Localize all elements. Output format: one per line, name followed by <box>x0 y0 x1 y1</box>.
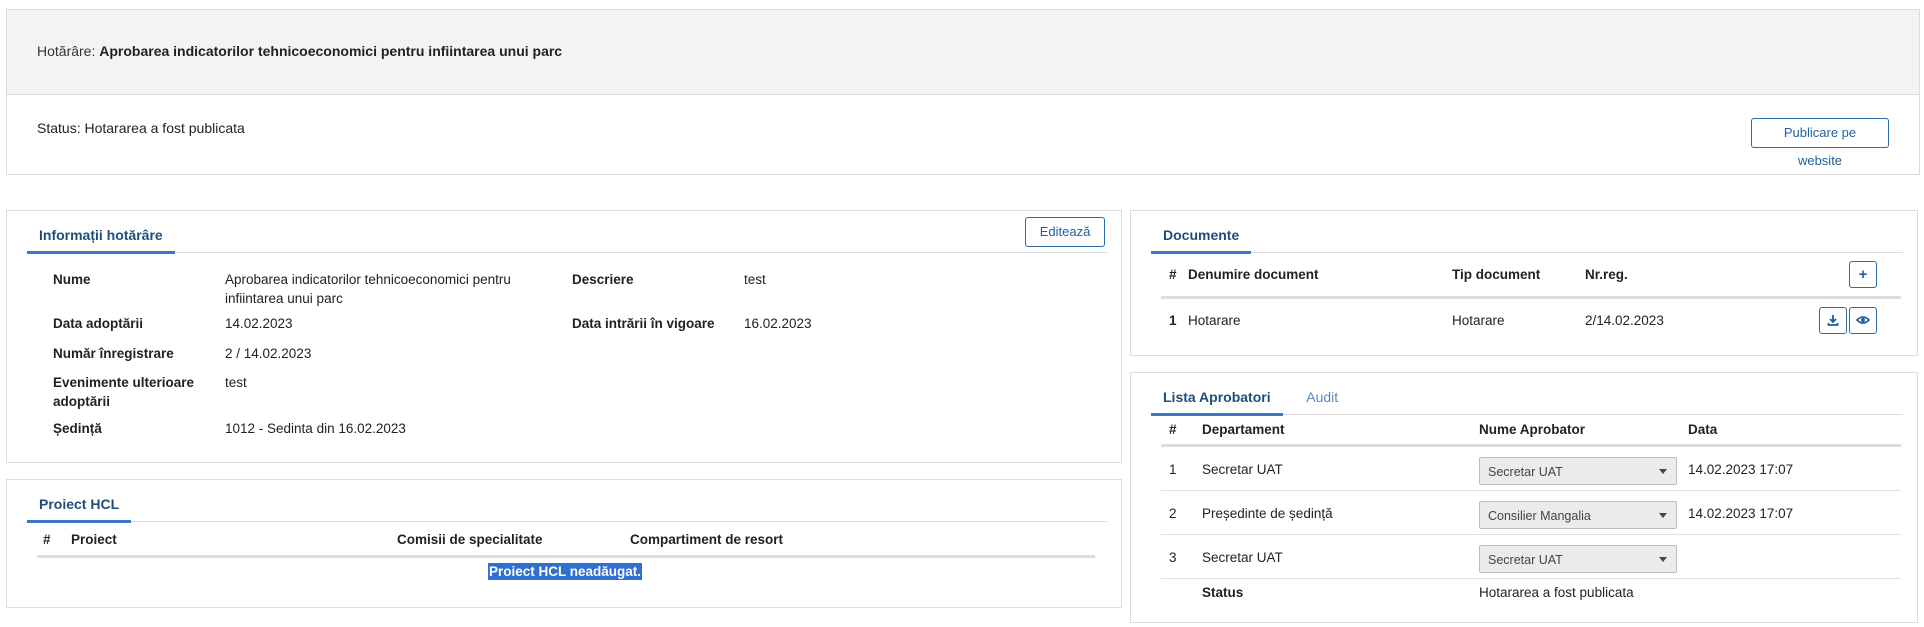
status-label: Status: <box>37 120 81 136</box>
descriere-label: Descriere <box>572 272 634 287</box>
field-nume: Nume Aprobarea indicatorilor tehnicoecon… <box>53 270 553 310</box>
aprob-header-divider <box>1161 444 1901 447</box>
docs-tabs: Documente <box>1151 217 1903 254</box>
informatii-hotarare-panel: Informații hotărâre Editează Nume Aproba… <box>6 210 1122 463</box>
hotarare-title-bar: Hotărâre: Aprobarea indicatorilor tehnic… <box>7 10 1919 95</box>
tab-documente[interactable]: Documente <box>1151 217 1252 254</box>
status-value: Hotararea a fost publicata <box>84 120 245 136</box>
add-document-button[interactable]: + <box>1849 261 1877 288</box>
data-vigoare-value: 16.02.2023 <box>744 316 812 331</box>
aprob-col-nr: # <box>1169 422 1177 437</box>
download-icon <box>1827 315 1839 326</box>
data-vigoare-label: Data intrării în vigoare <box>572 316 715 331</box>
nume-value-line2: infiintarea unui parc <box>225 291 343 306</box>
field-sedinta: Ședință 1012 - Sedinta din 16.02.2023 <box>53 419 553 439</box>
doc-row-tip: Hotarare <box>1452 313 1505 328</box>
hotarare-title: Aprobarea indicatorilor tehnicoeconomici… <box>99 43 563 59</box>
aprob-status-label: Status <box>1202 585 1244 600</box>
aprob-row-nr: 3 <box>1169 550 1177 565</box>
aprob-col-departament: Departament <box>1202 422 1285 437</box>
docs-col-denumire: Denumire document <box>1188 267 1319 282</box>
aprob-row-nr: 2 <box>1169 506 1177 521</box>
publish-website-button[interactable]: Publicare pe website <box>1751 118 1889 168</box>
field-numar-inregistrare: Număr înregistrare 2 / 14.02.2023 <box>53 344 553 364</box>
aprobatori-panel: Lista Aprobatori Audit # Departament Num… <box>1130 372 1918 623</box>
row-divider <box>1161 490 1901 491</box>
sedinta-label: Ședință <box>53 421 102 436</box>
chevron-down-icon <box>1659 469 1667 474</box>
descriere-value: test <box>744 272 766 287</box>
view-document-button[interactable] <box>1849 307 1877 334</box>
sedinta-link[interactable]: 1012 - Sedinta din 16.02.2023 <box>225 419 406 438</box>
aprobator-select[interactable]: Consilier Mangalia <box>1479 501 1677 529</box>
aprob-tabs: Lista Aprobatori Audit <box>1151 379 1903 416</box>
aprob-row-departament: Secretar UAT <box>1202 550 1283 565</box>
nume-label: Nume <box>53 272 91 287</box>
docs-col-tip: Tip document <box>1452 267 1541 282</box>
edit-button[interactable]: Editează <box>1025 217 1105 247</box>
hcl-col-comisii: Comisii de specialitate <box>397 532 543 547</box>
tab-proiect-hcl[interactable]: Proiect HCL <box>27 486 132 523</box>
field-data-adoptarii: Data adoptării 14.02.2023 <box>53 314 553 334</box>
tab-informatii-hotarare[interactable]: Informații hotărâre <box>27 217 175 254</box>
docs-col-nr: # <box>1169 267 1177 282</box>
chevron-down-icon <box>1659 513 1667 518</box>
nume-value-line1: Aprobarea indicatorilor tehnicoeconomici… <box>225 272 511 287</box>
hcl-col-compartiment: Compartiment de resort <box>630 532 784 547</box>
doc-row-nrreg: 2/14.02.2023 <box>1585 313 1664 328</box>
aprobator-select-value: Consilier Mangalia <box>1488 509 1591 523</box>
hcl-tabs: Proiect HCL <box>27 486 1107 523</box>
aprobator-select[interactable]: Secretar UAT <box>1479 457 1677 485</box>
aprob-col-aprobator: Nume Aprobator <box>1479 422 1586 437</box>
row-divider <box>1161 534 1901 535</box>
tab-audit[interactable]: Audit <box>1294 379 1350 413</box>
docs-col-nrreg: Nr.reg. <box>1585 267 1628 282</box>
aprob-status-value: Hotararea a fost publicata <box>1479 585 1634 600</box>
hcl-col-nr: # <box>43 532 51 547</box>
aprob-row-departament: Președinte de ședință <box>1202 506 1333 521</box>
aprobator-select-value: Secretar UAT <box>1488 465 1563 479</box>
data-adoptarii-value: 14.02.2023 <box>225 316 293 331</box>
evenimente-value: test <box>225 375 247 390</box>
doc-row-nr: 1 <box>1169 313 1177 328</box>
hotarare-header-panel: Hotărâre: Aprobarea indicatorilor tehnic… <box>6 9 1920 175</box>
docs-header-divider <box>1161 296 1901 299</box>
hcl-col-proiect: Proiect <box>71 532 117 547</box>
download-document-button[interactable] <box>1819 307 1847 334</box>
aprob-row-departament: Secretar UAT <box>1202 462 1283 477</box>
row-divider <box>1161 578 1901 579</box>
field-descriere: Descriere test <box>572 270 972 290</box>
aprob-col-data: Data <box>1688 422 1718 437</box>
hcl-empty-message: Proiect HCL neadăugat. <box>487 563 643 580</box>
aprob-row-nr: 1 <box>1169 462 1177 477</box>
eye-icon <box>1855 316 1871 324</box>
hcl-empty-row: Proiect HCL neadăugat. <box>7 563 1123 580</box>
documente-panel: Documente # Denumire document Tip docume… <box>1130 210 1918 356</box>
data-adoptarii-label: Data adoptării <box>53 316 144 331</box>
plus-icon: + <box>1858 266 1868 283</box>
status-bar: Status: Hotararea a fost publicata Publi… <box>7 95 1919 175</box>
proiect-hcl-panel: Proiect HCL # Proiect Comisii de special… <box>6 479 1122 608</box>
field-evenimente: Evenimente ulterioare adoptării test <box>53 373 553 413</box>
aprobator-select[interactable]: Secretar UAT <box>1479 545 1677 573</box>
numar-label: Număr înregistrare <box>53 346 174 361</box>
hotarare-label: Hotărâre: <box>37 43 96 59</box>
aprobator-select-value: Secretar UAT <box>1488 553 1563 567</box>
chevron-down-icon <box>1659 557 1667 562</box>
aprob-row-data: 14.02.2023 17:07 <box>1688 462 1794 477</box>
numar-value: 2 / 14.02.2023 <box>225 346 312 361</box>
tab-lista-aprobatori[interactable]: Lista Aprobatori <box>1151 379 1283 416</box>
evenimente-label-1: Evenimente ulterioare <box>53 375 195 390</box>
hcl-header-divider <box>37 555 1095 558</box>
doc-row-denumire: Hotarare <box>1188 313 1241 328</box>
aprob-row-data: 14.02.2023 17:07 <box>1688 506 1794 521</box>
info-tabs: Informații hotărâre <box>27 217 1107 254</box>
field-data-vigoare: Data intrării în vigoare 16.02.2023 <box>572 314 972 334</box>
evenimente-label-2: adoptării <box>53 394 111 409</box>
